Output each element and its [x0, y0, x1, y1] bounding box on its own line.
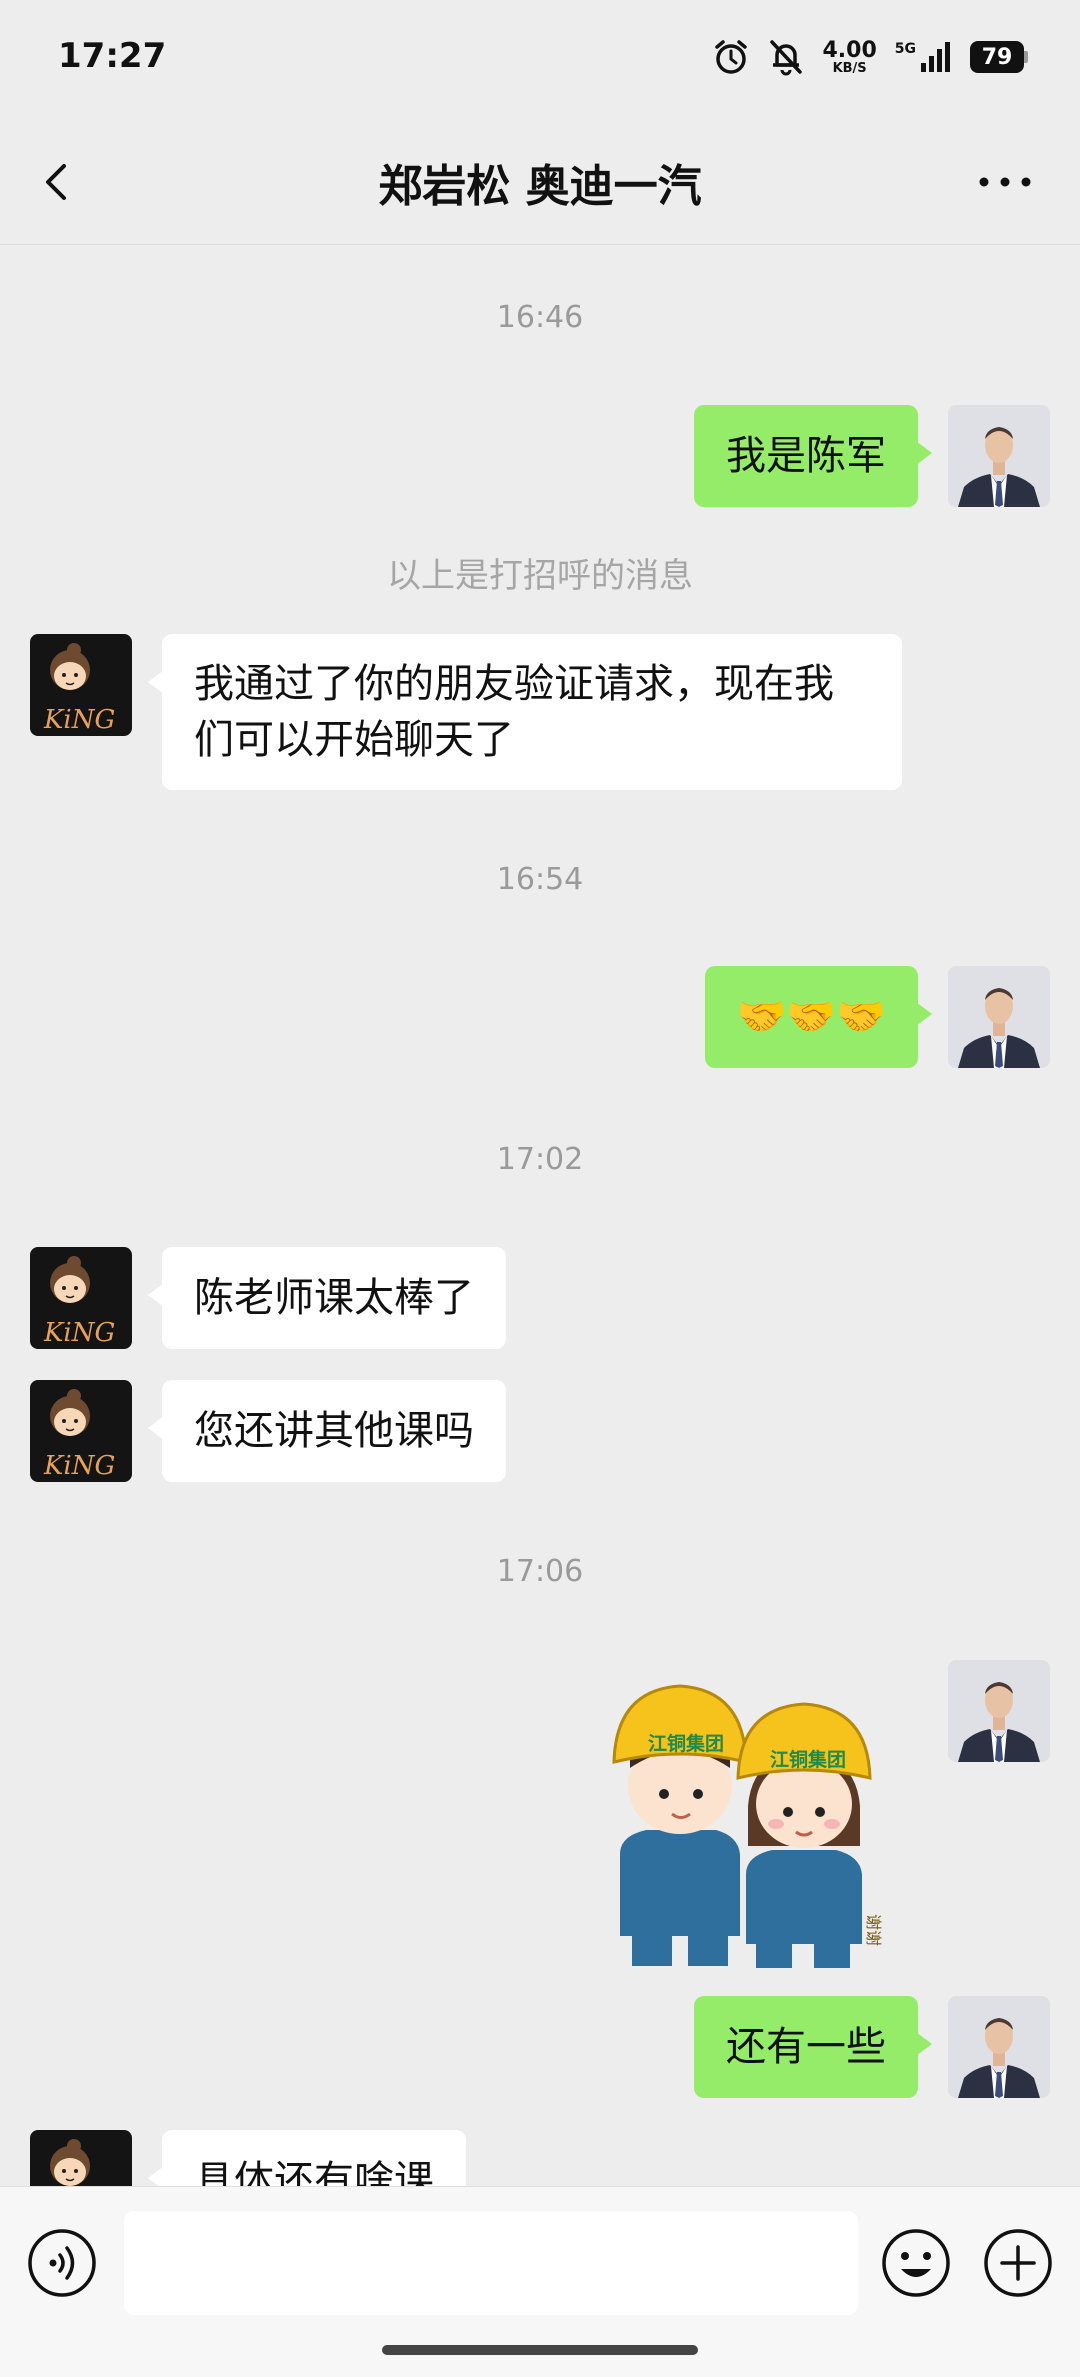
sticker-message[interactable]: 江铜集团 江铜集团 谢谢 — [606, 1676, 906, 1968]
my-message-bubble[interactable]: 我是陈军 — [694, 405, 932, 507]
more-button[interactable] — [970, 154, 1040, 210]
sticker-logo-text-boy: 江铜集团 — [648, 1732, 724, 1755]
message-input[interactable] — [124, 2211, 858, 2315]
mute-bell-icon — [770, 40, 803, 76]
avatar-label: KiNG — [43, 705, 115, 735]
their-message-bubble[interactable]: 您还讲其他课吗 — [148, 1380, 506, 1482]
my-avatar[interactable] — [948, 1660, 1050, 1762]
cartoon-girl-icon: KiNG — [30, 1380, 132, 1482]
alarm-icon — [715, 40, 748, 74]
chat-title: 郑岩松 奥迪一汽 — [378, 161, 702, 212]
my-message-bubble[interactable]: 还有一些 — [694, 1996, 932, 2098]
more-dots-icon — [979, 177, 1031, 187]
chat-header: 郑岩松 奥迪一汽 — [0, 120, 1080, 245]
their-message-bubble[interactable]: 陈老师课太棒了 — [148, 1247, 506, 1349]
worker-couple-sticker: 江铜集团 江铜集团 谢谢 — [612, 1684, 883, 1968]
status-time: 17:27 — [58, 36, 167, 76]
portrait-icon — [948, 405, 1050, 507]
signal-group: 5G — [895, 41, 952, 73]
status-icons: 4.00 KB/S 5G 79 — [712, 34, 1028, 80]
signal-icon — [921, 42, 950, 72]
my-avatar[interactable] — [948, 966, 1050, 1068]
net-speed-value: 4.00 — [822, 37, 877, 63]
battery-icon: 79 — [970, 41, 1028, 73]
plus-icon — [984, 2229, 1052, 2297]
their-message-bubble[interactable]: 我通过了你的朋友验证请求，现在我们可以开始聊天了 — [148, 634, 902, 790]
avatar-label: KiNG — [43, 1318, 115, 1348]
cartoon-girl-icon: KiNG — [30, 1247, 132, 1349]
network-type: 5G — [894, 41, 916, 57]
voice-button[interactable] — [26, 2227, 98, 2299]
sticker-logo-text-girl: 江铜集团 — [770, 1748, 846, 1771]
portrait-icon — [948, 1996, 1050, 2098]
my-avatar[interactable] — [948, 1996, 1050, 2098]
net-speed-unit: KB/S — [832, 60, 867, 76]
plus-button[interactable] — [982, 2227, 1054, 2299]
timestamp: 16:54 — [496, 862, 584, 897]
input-bar — [0, 2186, 1080, 2377]
emoji-icon — [882, 2229, 950, 2297]
timestamp: 17:02 — [496, 1142, 584, 1177]
status-bar: 17:27 4.00 KB/S 5G 79 — [0, 0, 1080, 120]
timestamp: 17:06 — [496, 1554, 584, 1589]
system-message: 以上是打招呼的消息 — [387, 556, 693, 596]
avatar-label: KiNG — [43, 1451, 115, 1481]
their-avatar[interactable]: KiNG — [30, 1380, 132, 1482]
sticker-side-text: 谢谢 — [864, 1914, 883, 1946]
my-avatar[interactable] — [948, 405, 1050, 507]
voice-icon — [28, 2229, 96, 2297]
net-speed: 4.00 KB/S — [822, 37, 877, 76]
their-avatar[interactable]: KiNG — [30, 634, 132, 736]
home-indicator[interactable] — [382, 2345, 698, 2355]
my-message-bubble[interactable]: 🤝🤝🤝 — [704, 966, 933, 1068]
cartoon-girl-icon: KiNG — [30, 634, 132, 736]
their-avatar[interactable]: KiNG — [30, 1247, 132, 1349]
portrait-icon — [948, 1660, 1050, 1762]
battery-level: 79 — [981, 44, 1013, 70]
timestamp: 16:46 — [496, 300, 584, 335]
emoji-button[interactable] — [880, 2227, 952, 2299]
portrait-icon — [948, 966, 1050, 1068]
